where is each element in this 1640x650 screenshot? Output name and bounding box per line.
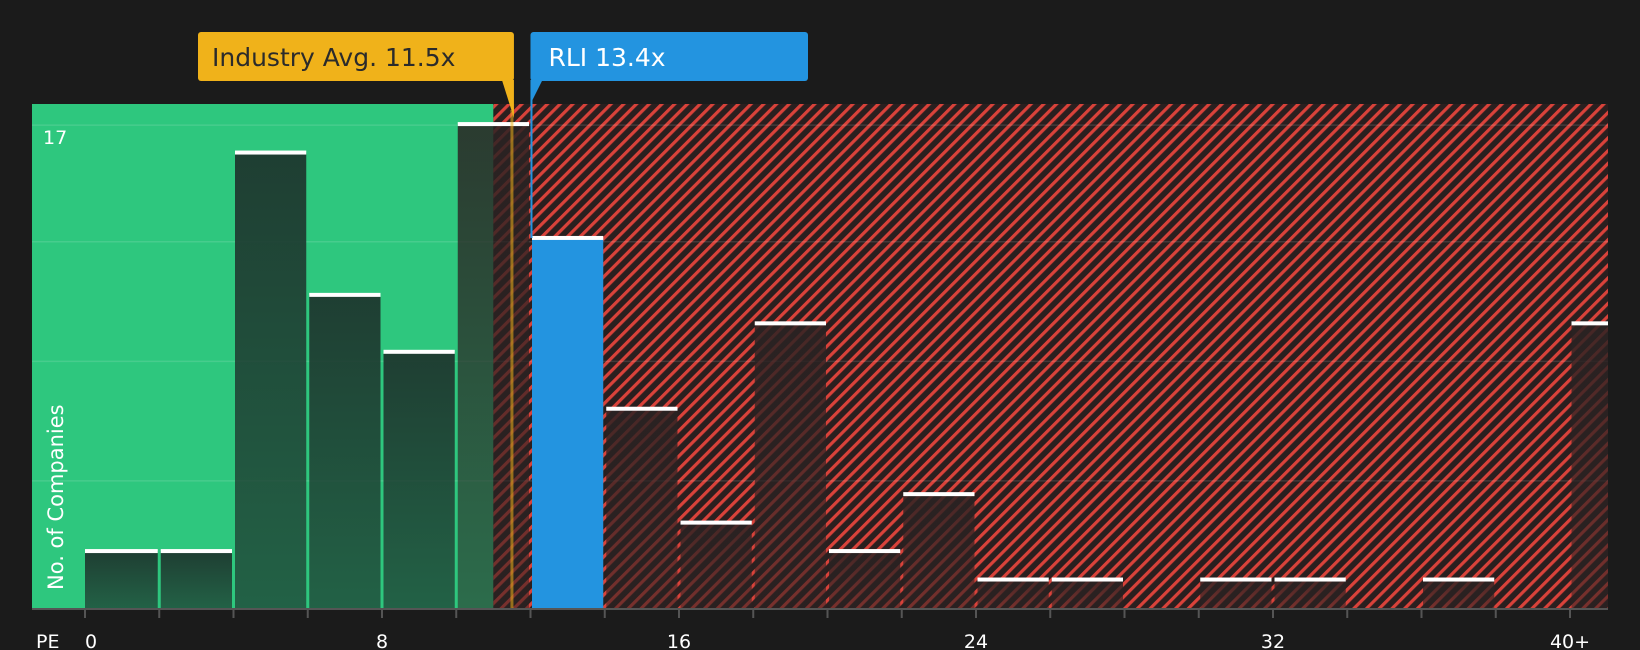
histogram-bar — [903, 494, 975, 608]
histogram-bar — [1423, 579, 1495, 608]
y-axis-label: No. of Companies — [44, 404, 68, 590]
histogram-bar — [309, 294, 381, 608]
x-tick-label: 32 — [1261, 631, 1285, 650]
bar-cap — [85, 549, 158, 554]
x-tick-label: 8 — [376, 631, 388, 650]
bar-cap — [680, 520, 752, 525]
bar-cap — [829, 549, 901, 554]
histogram-bar — [754, 323, 826, 608]
bar-cap — [606, 406, 678, 411]
bar-cap — [457, 122, 529, 127]
company-label: RLI 13.4x — [548, 43, 665, 72]
histogram-bar — [1051, 579, 1123, 608]
bar-cap — [235, 150, 307, 155]
bar-cap — [160, 549, 232, 554]
histogram-bar — [829, 551, 901, 608]
x-tick-label: 40+ — [1550, 631, 1590, 650]
bar-cap — [1274, 577, 1346, 582]
histogram-bar — [606, 408, 678, 608]
bar-cap — [309, 292, 381, 297]
histogram-bar — [383, 351, 455, 608]
histogram-bar — [1274, 579, 1346, 608]
x-axis: 0 8 16 24 32 40+ — [32, 608, 1608, 650]
histogram-bar — [85, 551, 158, 608]
histogram-bar — [680, 522, 752, 608]
bar-cap — [1423, 577, 1495, 582]
pe-distribution-chart: 0 8 16 24 32 40+ 17 No. of Companies PE Indus… — [0, 0, 1640, 650]
histogram-bar — [235, 152, 307, 608]
bar-cap — [532, 235, 604, 240]
bar-cap — [383, 349, 455, 354]
y-tick-label: 17 — [43, 127, 67, 149]
company-bar — [532, 237, 604, 608]
histogram-bar — [160, 551, 232, 608]
bar-cap — [977, 577, 1049, 582]
bar-cap — [1051, 577, 1123, 582]
company-pointer — [530, 80, 543, 104]
industry-avg-label: Industry Avg. 11.5x — [212, 43, 455, 72]
x-tick-label: 16 — [667, 631, 691, 650]
histogram-bar — [977, 579, 1049, 608]
bar-cap — [754, 321, 826, 326]
histogram-bar — [1200, 579, 1272, 608]
chart-svg: 0 8 16 24 32 40+ 17 No. of Companies PE Indus… — [32, 32, 1608, 650]
histogram-bar — [1571, 323, 1608, 608]
x-axis-label: PE — [36, 631, 59, 650]
bar-cap — [1571, 321, 1608, 326]
histogram-bar — [457, 124, 529, 609]
bar-cap — [903, 492, 975, 497]
x-tick-label: 0 — [85, 631, 97, 650]
x-tick-label: 24 — [964, 631, 988, 650]
bar-cap — [1200, 577, 1272, 582]
